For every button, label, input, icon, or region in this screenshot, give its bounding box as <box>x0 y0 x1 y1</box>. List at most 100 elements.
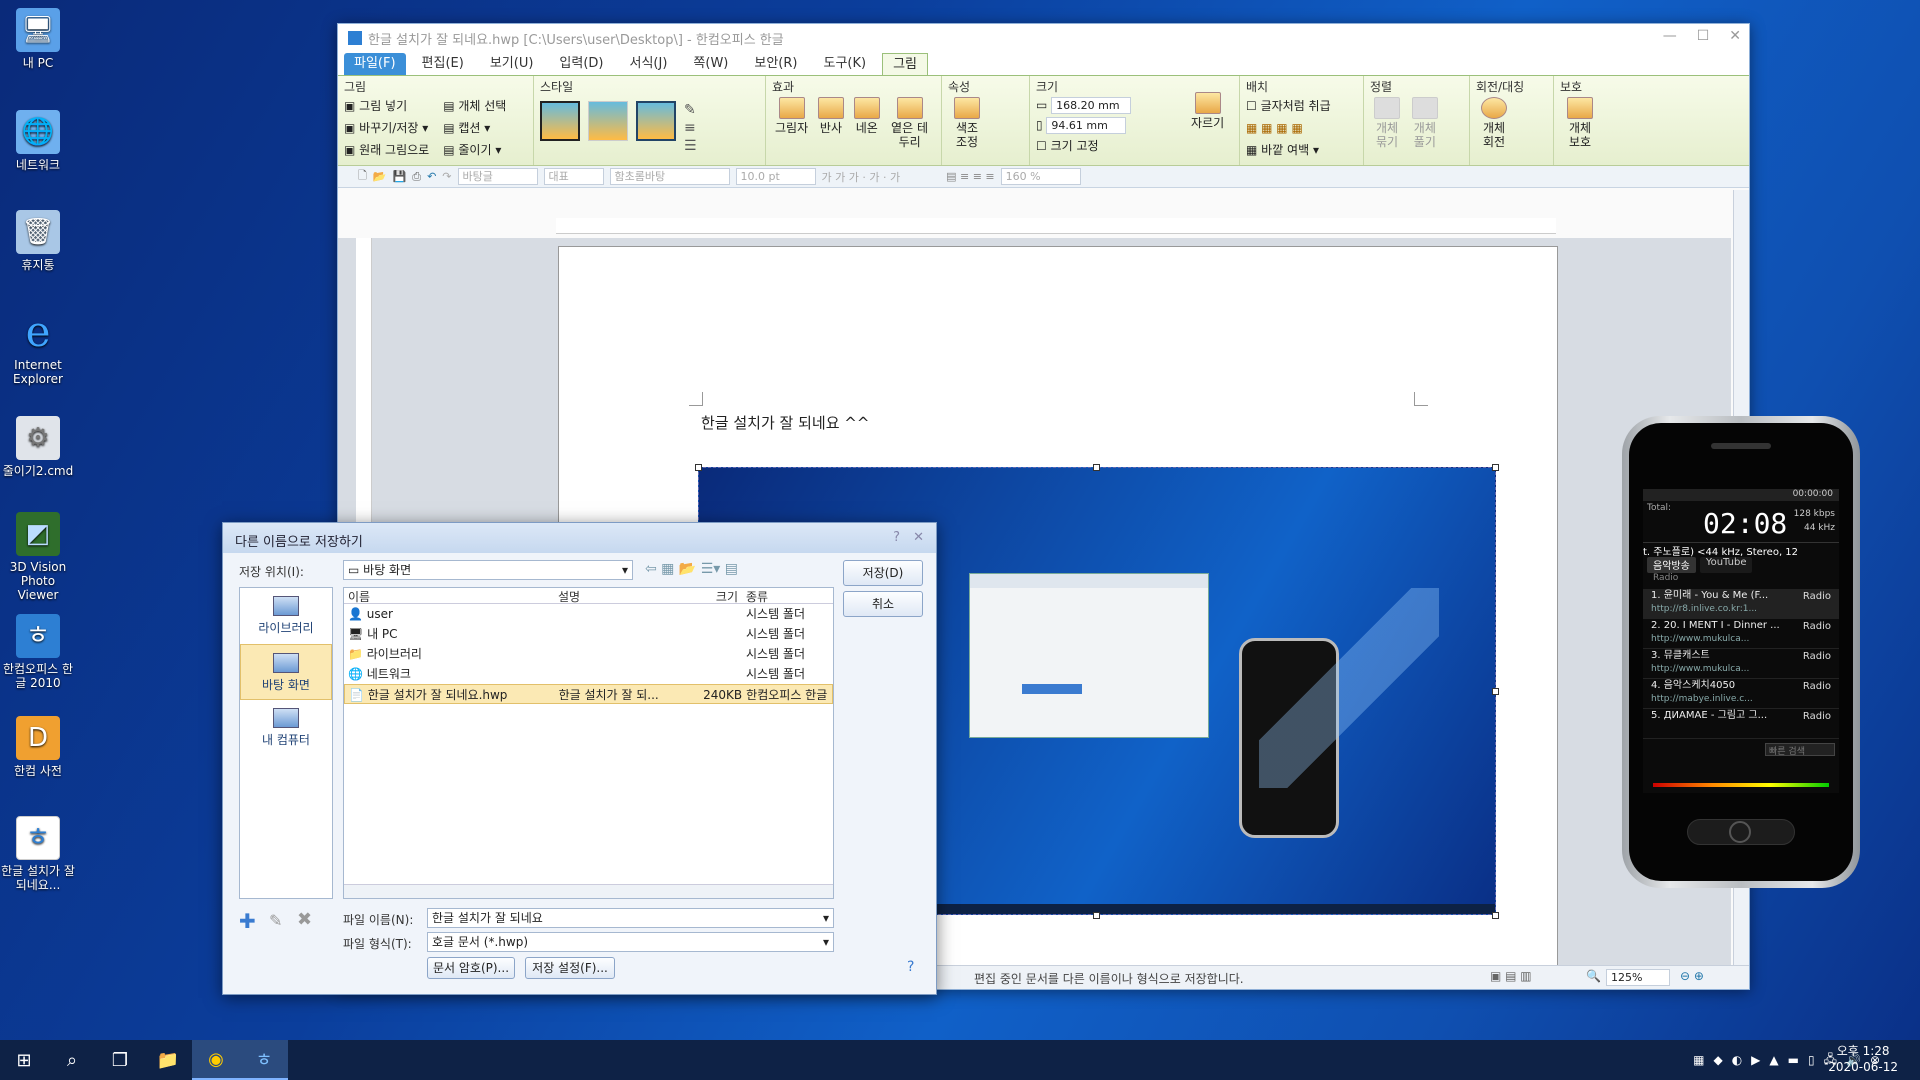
caption-button[interactable]: ▤ 캡션 ▾ <box>443 117 506 139</box>
protect-object-button[interactable]: 개체 보호 <box>1563 95 1597 149</box>
resize-handle[interactable] <box>695 464 702 471</box>
menu-edit[interactable]: 편집(E) <box>412 53 474 75</box>
menu-view[interactable]: 보기(U) <box>480 53 544 75</box>
quick-search-input[interactable]: 빠른 검색 <box>1765 743 1835 757</box>
open-icon[interactable]: 📂 <box>373 170 387 183</box>
horizontal-ruler[interactable] <box>556 218 1556 234</box>
horizontal-scrollbar[interactable] <box>344 884 833 898</box>
delete-place-icon[interactable]: ✖ <box>297 909 312 930</box>
menu-picture[interactable]: 그림 <box>882 53 928 75</box>
start-button[interactable]: ⊞ <box>0 1040 48 1080</box>
location-combo[interactable]: ▭ 바탕 화면 ▾ <box>343 560 633 580</box>
replace-save-button[interactable]: ▣ 바꾸기/저장 ▾ <box>344 117 429 139</box>
ungroup-objects-button[interactable]: 개체 풀기 <box>1411 95 1439 149</box>
menu-tools[interactable]: 도구(K) <box>813 53 876 75</box>
redo-icon[interactable]: ↷ <box>442 170 451 183</box>
station-row[interactable]: 4. 음악스케치4050 http://mabye.inlive.c... Radi… <box>1643 679 1839 709</box>
bold-italic-underline-icons[interactable]: 가 가 가 · 가 · 가 <box>822 169 901 185</box>
menu-page[interactable]: 쪽(W) <box>683 53 738 75</box>
hancom-taskbar-icon[interactable]: ㅎ <box>240 1040 288 1080</box>
window-titlebar[interactable]: 한글 설치가 잘 되네요.hwp [C:\Users\user\Desktop\… <box>338 24 1749 52</box>
tray-icon[interactable]: ▦ <box>1693 1053 1704 1067</box>
font-size-combo[interactable]: 10.0 pt <box>735 168 816 185</box>
menu-file[interactable]: 파일(F) <box>344 53 406 75</box>
zoom-out-in-icons[interactable]: ⊖ ⊕ <box>1680 969 1704 983</box>
undo-icon[interactable]: ↶ <box>427 170 436 183</box>
outer-margin-button[interactable]: ▦ 바깥 여백 ▾ <box>1246 139 1357 161</box>
filetype-select[interactable]: 호글 문서 (*.hwp) ▾ <box>427 932 834 952</box>
menu-format[interactable]: 서식(J) <box>620 53 678 75</box>
help-icon[interactable]: ? <box>893 530 900 545</box>
file-row[interactable]: 👤 user 시스템 폴더 <box>344 604 833 624</box>
desktop-icon-dict[interactable]: D 한컴 사전 <box>0 716 76 778</box>
column-size[interactable]: 크기 <box>682 588 742 603</box>
shadow-button[interactable]: 그림자 <box>775 95 808 135</box>
save-icon[interactable]: 💾 <box>393 170 407 183</box>
station-row[interactable]: 3. 뮤클캐스트 http://www.mukulca... Radio <box>1643 649 1839 679</box>
dialog-titlebar[interactable]: 다른 이름으로 저장하기 ? ✕ <box>223 523 936 553</box>
view-mode-icons[interactable]: ▣ ▤ ▥ <box>1490 969 1532 983</box>
width-input[interactable]: 168.20 mm <box>1051 97 1132 114</box>
style-thumb-3[interactable] <box>636 101 676 141</box>
minimize-icon[interactable]: — <box>1663 28 1677 44</box>
desktop-icon-mypc[interactable]: 🖥 내 PC <box>0 8 76 70</box>
potplayer-taskbar-icon[interactable]: ◉ <box>192 1040 240 1080</box>
desktop-icon-network[interactable]: 🌐 네트워크 <box>0 110 76 172</box>
close-icon[interactable]: ✕ <box>913 530 924 545</box>
resize-handle[interactable] <box>1093 464 1100 471</box>
as-char-checkbox[interactable]: ☐ 글자처럼 취급 <box>1246 95 1357 117</box>
file-row[interactable]: 🌐 네트워크 시스템 폴더 <box>344 664 833 684</box>
place-library[interactable]: 라이브러리 <box>240 588 332 644</box>
tray-icon[interactable]: ▲ <box>1769 1053 1778 1067</box>
resize-handle[interactable] <box>1492 912 1499 919</box>
align-icons[interactable]: ▤ ≡ ≡ ≡ <box>946 170 995 183</box>
column-desc[interactable]: 설명 <box>554 588 682 603</box>
file-row[interactable]: 📄 한글 설치가 잘 되네요.hwp 한글 설치가 잘 되... 240KB 한컴오피… <box>344 684 833 704</box>
height-input[interactable]: 94.61 mm <box>1046 117 1127 134</box>
zoom-combo[interactable]: 125% <box>1606 969 1670 986</box>
station-row[interactable]: 1. 윤미래 - You & Me (F... http://r8.inlive.… <box>1643 589 1839 619</box>
place-computer[interactable]: 내 컴퓨터 <box>240 700 332 756</box>
select-object-button[interactable]: ▤ 개체 선택 <box>443 95 506 117</box>
tray-icon[interactable]: ◐ <box>1732 1053 1742 1067</box>
zoom-icon[interactable]: 🔍 <box>1586 969 1601 983</box>
rotate-object-button[interactable]: 개체 회전 <box>1479 95 1509 149</box>
style-thumb-2[interactable] <box>588 101 628 141</box>
desktop-icon-hancom[interactable]: ㅎ 한컴오피스 한글 2010 <box>0 614 76 690</box>
maximize-icon[interactable]: ☐ <box>1697 28 1710 44</box>
help-circle-icon[interactable]: ? <box>907 959 914 975</box>
tray-icon[interactable]: ▬ <box>1788 1053 1799 1067</box>
station-row[interactable]: 5. ДИАМАЕ - 그림고 그... Radio <box>1643 709 1839 739</box>
reduce-button[interactable]: ▤ 줄이기 ▾ <box>443 139 506 161</box>
new-doc-icon[interactable]: 🗋 <box>358 167 367 186</box>
tray-icon[interactable]: ▯ <box>1808 1053 1815 1067</box>
reflect-button[interactable]: 반사 <box>817 95 844 135</box>
insert-picture-button[interactable]: ▣ 그림 넣기 <box>344 95 429 117</box>
desktop-icon-cmd[interactable]: ⚙ 줄이기2.cmd <box>0 416 76 478</box>
original-picture-button[interactable]: ▣ 원래 그림으로 <box>344 139 429 161</box>
column-type[interactable]: 종류 <box>742 588 832 603</box>
resize-handle[interactable] <box>1492 688 1499 695</box>
document-text[interactable]: 한글 설치가 잘 되네요 ^^ <box>701 412 869 433</box>
font-combo[interactable]: 함초롬바탕 <box>609 168 730 185</box>
tray-icon[interactable]: ▶ <box>1751 1053 1760 1067</box>
resize-handle[interactable] <box>1093 912 1100 919</box>
desktop-icon-3dvision[interactable]: ◩ 3D Vision Photo Viewer <box>0 512 76 602</box>
search-icon[interactable]: ⌕ <box>48 1040 96 1080</box>
add-place-icon[interactable]: ✚ <box>239 909 256 933</box>
cancel-button[interactable]: 취소 <box>843 591 923 617</box>
file-explorer-icon[interactable]: 📁 <box>144 1040 192 1080</box>
filename-input[interactable]: 한글 설치가 잘 되네요 ▾ <box>427 908 834 928</box>
menu-insert[interactable]: 입력(D) <box>549 53 613 75</box>
location-nav-icons[interactable]: ⇦ ▦ 📂 ☰▾ ▤ <box>645 561 738 577</box>
style-combo[interactable]: 바탕글 <box>457 168 538 185</box>
file-row[interactable]: 📁 라이브러리 시스템 폴더 <box>344 644 833 664</box>
style-thumb-1[interactable] <box>540 101 580 141</box>
column-name[interactable]: 이름 <box>344 588 554 603</box>
lang-combo[interactable]: 대표 <box>543 168 604 185</box>
size-fix-checkbox[interactable]: ☐ 크기 고정 <box>1036 135 1233 157</box>
neon-button[interactable]: 네온 <box>853 95 880 135</box>
document-password-button[interactable]: 문서 암호(P)... <box>427 957 515 979</box>
group-objects-button[interactable]: 개체 묶기 <box>1373 95 1401 149</box>
taskbar-clock[interactable]: 오후 1:28 2020-06-12 <box>1828 1043 1898 1075</box>
